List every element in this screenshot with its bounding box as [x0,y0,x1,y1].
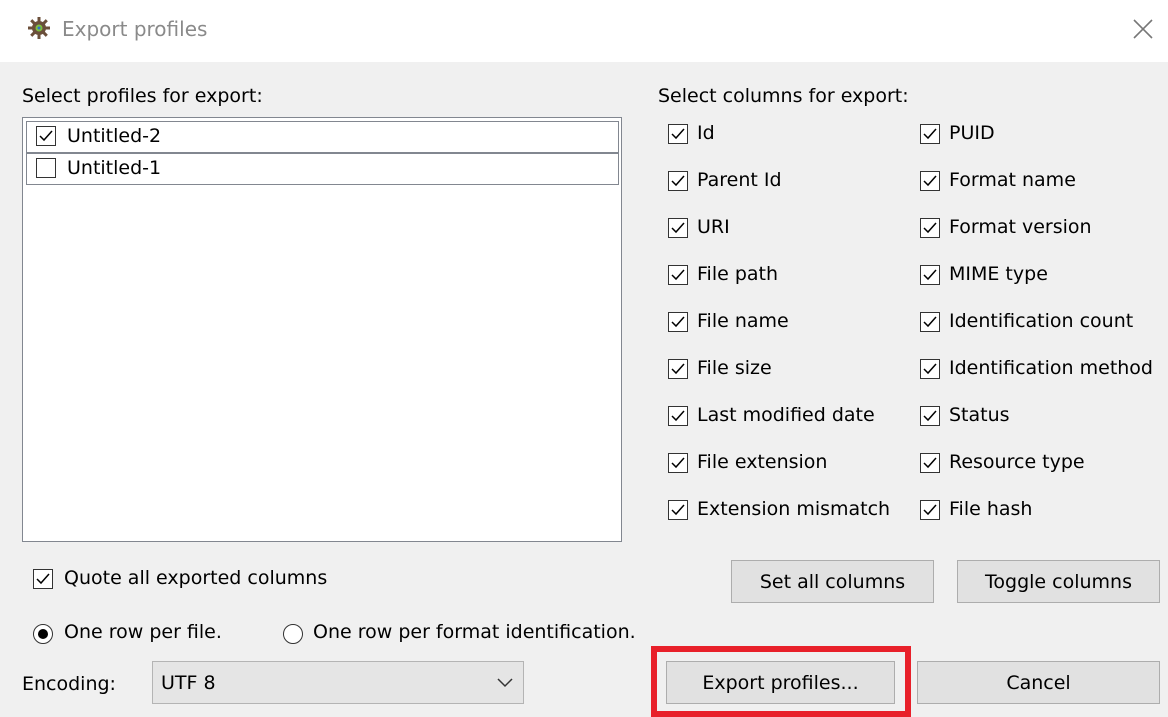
set-all-columns-button[interactable]: Set all columns [731,560,934,603]
profile-checkbox[interactable] [36,158,56,178]
encoding-label: Encoding: [22,673,116,695]
column-label: File size [697,357,772,379]
check-icon [671,410,685,422]
toggle-columns-button[interactable]: Toggle columns [957,560,1160,603]
cancel-button[interactable]: Cancel [917,661,1160,704]
quote-checkbox[interactable] [33,569,53,589]
check-icon [923,175,937,187]
radio-row-per-format-label[interactable]: One row per format identification. [313,621,636,643]
profile-item-untitled-2[interactable]: Untitled-2 [26,121,619,153]
check-icon [39,130,53,142]
column-label: Extension mismatch [697,498,891,520]
check-icon [671,363,685,375]
column-checkbox[interactable] [920,171,940,191]
column-checkbox[interactable] [920,500,940,520]
column-label: Id [697,122,715,144]
column-checkbox[interactable] [920,265,940,285]
column-label: File path [697,263,779,285]
column-label: MIME type [949,263,1048,285]
check-icon [923,316,937,328]
column-label: File hash [949,498,1033,520]
close-icon[interactable] [1130,14,1156,44]
profile-label: Untitled-2 [67,125,162,147]
column-checkbox[interactable] [668,124,688,144]
radio-row-per-file-label[interactable]: One row per file. [64,621,222,643]
check-icon [671,316,685,328]
check-icon [671,457,685,469]
column-checkbox[interactable] [920,359,940,379]
chevron-down-icon [497,678,513,688]
check-icon [923,128,937,140]
check-icon [671,269,685,281]
column-label: Status [949,404,1010,426]
column-checkbox[interactable] [668,359,688,379]
column-label: URI [697,216,730,238]
gear-icon [28,17,50,39]
radio-row-per-format[interactable] [283,624,303,644]
title-bar: Export profiles [0,0,1168,62]
check-icon [923,363,937,375]
column-label: Parent Id [697,169,782,191]
column-checkbox[interactable] [920,124,940,144]
column-checkbox[interactable] [920,453,940,473]
column-checkbox[interactable] [920,218,940,238]
check-icon [671,175,685,187]
check-icon [671,128,685,140]
column-checkbox[interactable] [668,265,688,285]
column-label: File name [697,310,789,332]
columns-label: Select columns for export: [658,85,909,107]
column-checkbox[interactable] [668,453,688,473]
column-label: Resource type [949,451,1085,473]
check-icon [671,222,685,234]
column-checkbox[interactable] [668,500,688,520]
highlight-box [651,646,911,717]
column-checkbox[interactable] [920,312,940,332]
column-label: Format version [949,216,1092,238]
column-label: File extension [697,451,828,473]
check-icon [923,269,937,281]
check-icon [923,410,937,422]
column-checkbox[interactable] [668,406,688,426]
quote-label: Quote all exported columns [64,567,328,589]
column-label: Identification count [949,310,1134,332]
profiles-listbox[interactable]: Untitled-2 Untitled-1 [22,117,622,542]
radio-row-per-file[interactable] [33,624,53,644]
check-icon [671,504,685,516]
profile-checkbox[interactable] [36,126,56,146]
column-checkbox[interactable] [668,218,688,238]
profile-label: Untitled-1 [67,157,162,179]
column-label: Identification method [949,357,1153,379]
column-checkbox[interactable] [920,406,940,426]
window-title: Export profiles [62,17,208,41]
column-label: PUID [949,122,995,144]
encoding-value: UTF 8 [161,672,216,694]
check-icon [923,222,937,234]
profile-item-untitled-1[interactable]: Untitled-1 [26,153,619,185]
profiles-label: Select profiles for export: [22,85,263,107]
column-checkbox[interactable] [668,171,688,191]
check-icon [36,573,50,585]
column-label: Format name [949,169,1076,191]
column-checkbox[interactable] [668,312,688,332]
check-icon [923,457,937,469]
encoding-select[interactable]: UTF 8 [152,661,524,704]
column-label: Last modified date [697,404,875,426]
check-icon [923,504,937,516]
